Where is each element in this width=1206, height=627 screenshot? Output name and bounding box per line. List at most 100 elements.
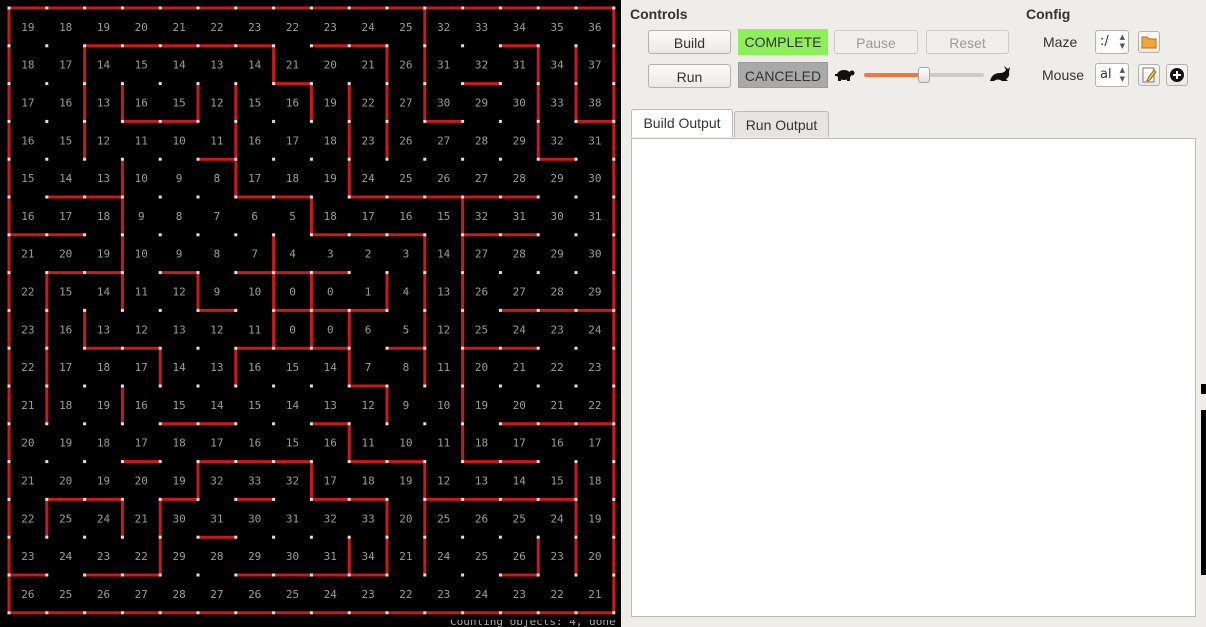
maze-cell-distance: 14 bbox=[513, 475, 527, 488]
speed-slider-handle[interactable] bbox=[918, 67, 930, 83]
maze-post bbox=[120, 44, 124, 48]
maze-post bbox=[461, 195, 465, 199]
maze-post bbox=[120, 157, 124, 161]
maze-cell-distance: 32 bbox=[475, 59, 488, 72]
maze-cell-distance: 22 bbox=[286, 21, 299, 34]
open-maze-button[interactable] bbox=[1138, 31, 1160, 53]
maze-cell-distance: 12 bbox=[210, 323, 223, 336]
maze-post bbox=[234, 611, 238, 615]
maze-cell-distance: 13 bbox=[97, 97, 110, 110]
maze-post bbox=[158, 82, 162, 86]
build-button[interactable]: Build bbox=[648, 30, 731, 54]
maze-post bbox=[7, 6, 11, 10]
speed-slider[interactable] bbox=[864, 67, 984, 83]
maze-cell-distance: 15 bbox=[437, 210, 450, 223]
maze-post bbox=[7, 233, 11, 237]
maze-cell-distance: 29 bbox=[513, 134, 526, 147]
maze-cell-distance: 17 bbox=[361, 210, 374, 223]
maze-cell-distance: 15 bbox=[59, 134, 72, 147]
maze-post bbox=[272, 535, 276, 539]
maze-post bbox=[7, 119, 11, 123]
maze-post bbox=[45, 573, 49, 577]
maze-post bbox=[83, 233, 87, 237]
maze-post bbox=[309, 497, 313, 501]
maze-post bbox=[423, 119, 427, 123]
maze-cell-distance: 15 bbox=[21, 172, 34, 185]
maze-cell-distance: 33 bbox=[475, 21, 488, 34]
maze-post bbox=[385, 157, 389, 161]
maze-post bbox=[498, 611, 502, 615]
maze-post bbox=[234, 535, 238, 539]
maze-post bbox=[423, 82, 427, 86]
maze-post bbox=[574, 82, 578, 86]
maze-cell-distance: 20 bbox=[324, 59, 337, 72]
maze-post bbox=[45, 535, 49, 539]
edit-mouse-button[interactable] bbox=[1138, 64, 1160, 86]
maze-post bbox=[461, 422, 465, 426]
add-mouse-button[interactable] bbox=[1166, 64, 1188, 86]
maze-cell-distance: 25 bbox=[286, 588, 299, 601]
maze-cell-distance: 27 bbox=[475, 172, 488, 185]
maze-post bbox=[196, 82, 200, 86]
maze-post bbox=[498, 573, 502, 577]
maze-cell-distance: 17 bbox=[588, 437, 601, 450]
maze-cell-distance: 20 bbox=[59, 475, 72, 488]
run-button[interactable]: Run bbox=[648, 64, 731, 88]
build-output-text[interactable] bbox=[631, 138, 1196, 617]
maze-post bbox=[158, 157, 162, 161]
maze-post bbox=[7, 82, 11, 86]
maze-cell-distance: 0 bbox=[289, 286, 296, 299]
maze-cell-distance: 24 bbox=[324, 588, 338, 601]
maze-post bbox=[385, 346, 389, 350]
maze-cell-distance: 19 bbox=[59, 437, 72, 450]
mouse-label: Mouse bbox=[1042, 67, 1085, 83]
maze-cell-distance: 0 bbox=[289, 323, 296, 336]
maze-cell-distance: 24 bbox=[588, 323, 602, 336]
maze-cell-distance: 18 bbox=[97, 437, 110, 450]
maze-post bbox=[461, 44, 465, 48]
maze-post bbox=[498, 308, 502, 312]
maze-post bbox=[7, 308, 11, 312]
maze-cell-distance: 20 bbox=[21, 437, 34, 450]
maze-cell-distance: 11 bbox=[437, 361, 450, 374]
maze-post bbox=[45, 6, 49, 10]
maze-cell-distance: 23 bbox=[437, 588, 450, 601]
maze-cell-distance: 16 bbox=[59, 97, 72, 110]
maze-post bbox=[498, 233, 502, 237]
maze-post bbox=[7, 460, 11, 464]
maze-post bbox=[83, 6, 87, 10]
tab-run-output[interactable]: Run Output bbox=[734, 111, 829, 137]
maze-cell-distance: 3 bbox=[327, 248, 334, 261]
maze-post bbox=[347, 422, 351, 426]
maze-cell-distance: 30 bbox=[588, 172, 601, 185]
maze-post bbox=[423, 497, 427, 501]
maze-post bbox=[272, 195, 276, 199]
maze-cell-distance: 22 bbox=[210, 21, 223, 34]
tab-build-output[interactable]: Build Output bbox=[631, 109, 733, 137]
maze-selector[interactable]: :/ ▲ ▼ bbox=[1095, 30, 1129, 54]
maze-cell-distance: 25 bbox=[59, 588, 72, 601]
maze-post bbox=[423, 44, 427, 48]
maze-post bbox=[158, 346, 162, 350]
pause-button[interactable]: Pause bbox=[834, 30, 918, 54]
maze-cell-distance: 15 bbox=[248, 97, 261, 110]
maze-cell-distance: 23 bbox=[550, 323, 563, 336]
maze-post bbox=[45, 233, 49, 237]
maze-cell-distance: 19 bbox=[21, 21, 34, 34]
maze-post bbox=[385, 308, 389, 312]
maze-post bbox=[234, 271, 238, 275]
maze-cell-distance: 11 bbox=[210, 134, 223, 147]
maze-cell-distance: 9 bbox=[176, 248, 183, 261]
maze-post bbox=[196, 271, 200, 275]
mouse-selector[interactable]: al ▲ ▼ bbox=[1095, 63, 1129, 87]
reset-button[interactable]: Reset bbox=[926, 30, 1009, 54]
maze-post bbox=[45, 346, 49, 350]
maze-post bbox=[234, 573, 238, 577]
maze-cell-distance: 35 bbox=[550, 21, 563, 34]
maze-cell-distance: 11 bbox=[135, 286, 148, 299]
maze-post bbox=[536, 497, 540, 501]
maze-post bbox=[536, 44, 540, 48]
maze-post bbox=[347, 6, 351, 10]
maze-post bbox=[347, 308, 351, 312]
maze-cell-distance: 2 bbox=[365, 248, 372, 261]
